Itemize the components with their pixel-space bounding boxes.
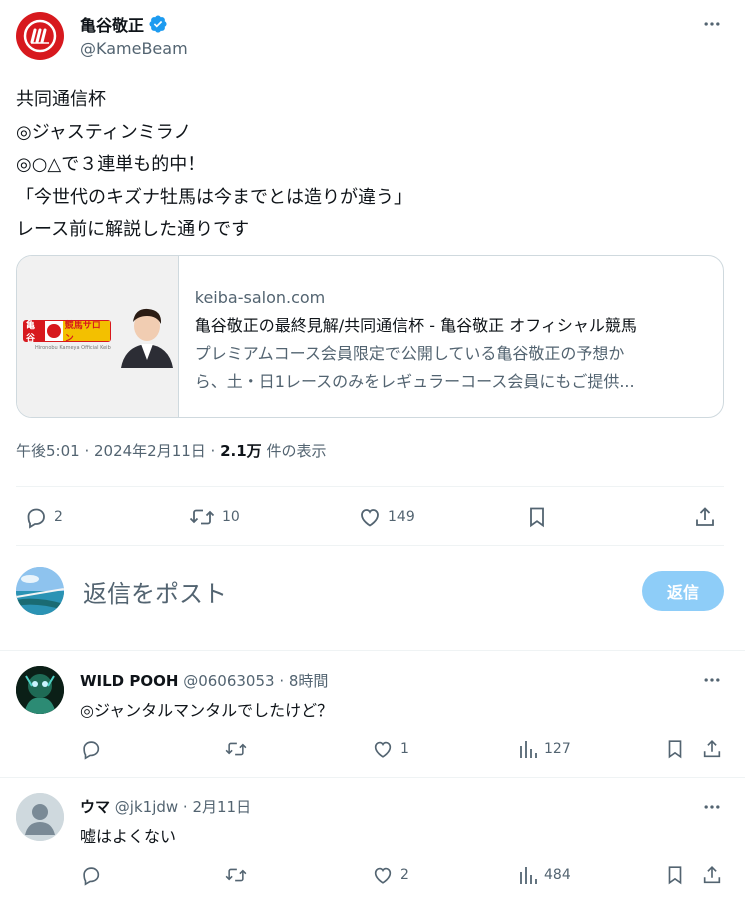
like-count: 2 [400,867,409,883]
salon-logo: 亀谷 競馬サロン [23,320,111,344]
analytics-icon [520,867,537,884]
bookmark-button[interactable] [664,864,686,886]
divider [16,545,724,546]
repost-button[interactable]: 10 [188,505,240,529]
salon-caption: Hironobu Kameya Official Keiba Salon [35,345,111,351]
tweet-meta: 午後5:01 · 2024年2月11日 · 2.1万 件の表示 [16,440,326,461]
like-count: 149 [388,509,415,525]
bookmark-button[interactable] [664,738,686,760]
divider [16,486,724,487]
repost-icon [225,742,247,756]
views-button[interactable]: 484 [518,864,571,886]
link-card-body: keiba-salon.com 亀谷敬正の最終見解/共同通信杯 - 亀谷敬正 オ… [179,256,723,417]
author-handle[interactable]: @KameBeam [80,39,188,58]
verified-badge-icon [149,15,167,33]
heart-icon [374,741,392,758]
share-button[interactable] [701,864,723,886]
current-user-avatar[interactable] [16,567,64,615]
like-count: 1 [400,741,409,757]
share-icon [696,507,714,526]
link-card-thumbnail: 亀谷 競馬サロン Hironobu Kameya Official Keiba … [17,256,179,417]
reply-author-handle[interactable]: @jk1jdw · 2月11日 [115,798,251,816]
like-button[interactable]: 2 [372,864,409,886]
share-icon [703,866,721,884]
more-options-icon[interactable] [700,12,724,36]
reply-button[interactable]: 2 [24,505,63,529]
reply-author-name[interactable]: ウマ [80,798,110,816]
views-count: 127 [544,741,571,757]
heart-icon [374,867,392,884]
bookmark-icon [668,740,682,759]
share-icon [703,740,721,758]
reply-author-name[interactable]: WILD POOH [80,672,178,690]
repost-button[interactable] [224,738,248,760]
tweet-text: 共同通信杯 ◎ジャスティンミラノ ◎○△で３連単も的中！ 「今世代のキズナ牡馬は… [16,84,716,247]
divider [0,777,745,778]
reply-icon [83,867,100,886]
salon-logo-right: 競馬サロン [62,321,111,344]
heart-icon [361,509,379,527]
tweet-text-line: ◎ジャスティンミラノ [16,121,192,143]
repost-icon [225,868,247,882]
reply-text: 嘘はよくない [80,827,177,846]
views-button[interactable]: 127 [518,738,571,760]
analytics-icon [520,741,537,758]
views-label: 件の表示 [261,442,327,460]
reply-header: ウマ @jk1jdw · 2月11日 [80,796,251,817]
share-button[interactable] [701,738,723,760]
like-button[interactable]: 149 [358,505,415,529]
reply-avatar[interactable] [16,793,64,841]
default-avatar-icon [16,793,64,841]
reply-icon [27,508,45,529]
bookmark-button[interactable] [525,505,549,529]
link-card-description: プレミアムコース会員限定で公開している亀谷敬正の予想か [194,344,625,363]
link-card-title: 亀谷敬正の最終見解/共同通信杯 - 亀谷敬正 オフィシャル競馬 [194,316,637,335]
reply-author-handle[interactable]: @06063053 · 8時間 [183,672,328,690]
reply-header: WILD POOH @06063053 · 8時間 [80,670,328,691]
repost-count: 10 [222,509,240,525]
bookmark-icon [668,866,682,885]
author-avatar[interactable] [16,12,64,60]
like-button[interactable]: 1 [372,738,409,760]
bridge-photo-icon [16,567,64,615]
reply-text: ◎ジャンタルマンタルでしたけど？ [80,701,334,720]
tweet-text-line: 「今世代のキズナ牡馬は今までとは造りが違う」 [16,186,412,208]
link-card-domain: keiba-salon.com [194,288,326,307]
tweet-text-line: 共同通信杯 [16,89,106,110]
reply-icon [83,741,100,760]
more-options-icon[interactable] [700,668,724,692]
brand-logo-icon [23,19,57,53]
reply-count: 2 [54,509,63,525]
divider [0,650,745,651]
reply-button[interactable] [80,738,102,760]
bookmark-icon [530,507,544,528]
reply-avatar[interactable] [16,666,64,714]
author-name[interactable]: 亀谷敬正 [80,12,168,36]
share-button[interactable] [693,505,717,529]
link-card-description: ら、土・日1レースのみをレギュラーコース会員にもご提供... [194,372,635,391]
reply-submit-button[interactable]: 返信 [642,571,724,611]
salon-logo-left: 亀谷 [24,321,46,344]
character-avatar-icon [16,666,64,714]
more-options-icon[interactable] [700,795,724,819]
repost-icon [189,509,215,525]
views-count: 2.1万 [220,442,262,460]
tweet-timestamp[interactable]: 午後5:01 · 2024年2月11日 · [16,442,220,460]
reply-button[interactable] [80,864,102,886]
link-card[interactable]: 亀谷 競馬サロン Hironobu Kameya Official Keiba … [16,255,724,418]
author-name-text[interactable]: 亀谷敬正 [80,12,144,36]
salon-logo-mark-icon [47,324,61,338]
views-count: 484 [544,867,571,883]
reply-input[interactable]: 返信をポスト [83,574,227,609]
tweet-text-line: ◎○△で３連単も的中！ [16,154,206,175]
person-photo-icon [121,308,173,368]
tweet-text-line: レース前に解説した通りです [16,219,250,240]
repost-button[interactable] [224,864,248,886]
